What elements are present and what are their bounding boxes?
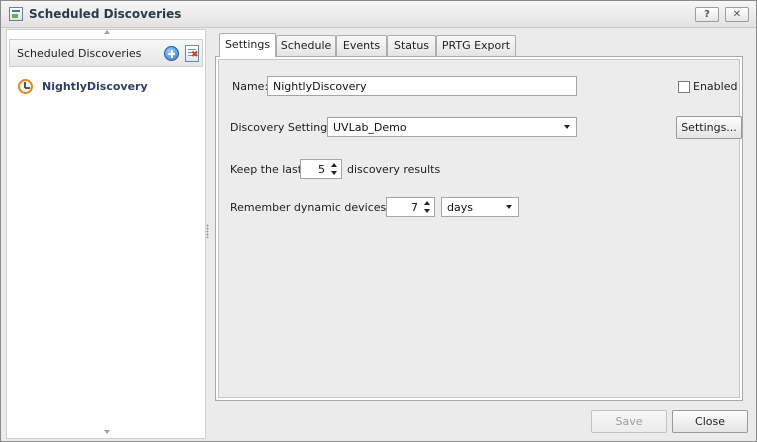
tab-status[interactable]: Status [387,35,436,56]
keep-last-label: Keep the last [230,163,303,176]
panel-splitter-grip[interactable] [206,224,209,238]
settings-tab-panel: Name: NightlyDiscovery Enabled Discovery… [215,56,743,401]
window-close-button[interactable]: ✕ [725,7,749,22]
spin-down-icon[interactable] [424,209,430,213]
enabled-checkbox[interactable] [678,81,690,93]
chevron-down-icon [506,205,512,209]
remember-unit-dropdown[interactable]: days [441,197,519,217]
scroll-down-arrow-icon[interactable] [104,430,110,434]
app-icon [9,7,23,21]
spin-up-icon[interactable] [331,163,337,167]
window-title: Scheduled Discoveries [29,7,182,21]
discovery-settings-value: UVLab_Demo [333,121,407,134]
discovery-results-label: discovery results [347,163,441,176]
settings-button[interactable]: Settings... [676,116,742,139]
scheduled-clock-icon [18,79,33,94]
tab-prtg-export[interactable]: PRTG Export [436,35,516,56]
settings-content: Name: NightlyDiscovery Enabled Discovery… [218,59,742,398]
scheduled-discoveries-window: Scheduled Discoveries ? ✕ Scheduled Disc… [0,0,757,442]
discovery-list-header: Scheduled Discoveries [9,39,203,67]
scroll-up-arrow-icon[interactable] [104,30,110,34]
tab-events[interactable]: Events [336,35,387,56]
save-button[interactable]: Save [591,410,667,433]
chevron-down-icon [564,125,570,129]
remember-days-value: 7 [411,201,418,214]
discovery-list-item[interactable]: NightlyDiscovery [17,78,197,96]
delete-discovery-icon[interactable] [185,45,199,62]
keep-last-value: 5 [318,163,325,176]
discovery-settings-label: Discovery Settings: [230,121,337,134]
help-button[interactable]: ? [695,7,719,22]
remember-label: Remember dynamic devices for [230,201,405,214]
tab-settings[interactable]: Settings [219,33,276,57]
title-bar: Scheduled Discoveries ? ✕ [1,1,756,28]
enabled-label: Enabled [693,80,738,93]
add-discovery-icon[interactable] [164,46,179,61]
discovery-settings-dropdown[interactable]: UVLab_Demo [327,117,577,137]
tab-schedule[interactable]: Schedule [276,35,336,56]
spin-up-icon[interactable] [424,201,430,205]
name-input[interactable]: NightlyDiscovery [267,76,577,96]
name-label: Name: [232,80,269,93]
discovery-list-title: Scheduled Discoveries [17,47,142,60]
remember-unit-value: days [447,201,473,214]
discovery-list-panel: Scheduled Discoveries NightlyDiscovery [6,29,206,439]
close-button[interactable]: Close [672,410,748,433]
keep-last-stepper[interactable]: 5 [300,159,342,179]
discovery-list-item-label: NightlyDiscovery [42,80,148,93]
remember-days-stepper[interactable]: 7 [386,197,435,217]
spin-down-icon[interactable] [331,171,337,175]
